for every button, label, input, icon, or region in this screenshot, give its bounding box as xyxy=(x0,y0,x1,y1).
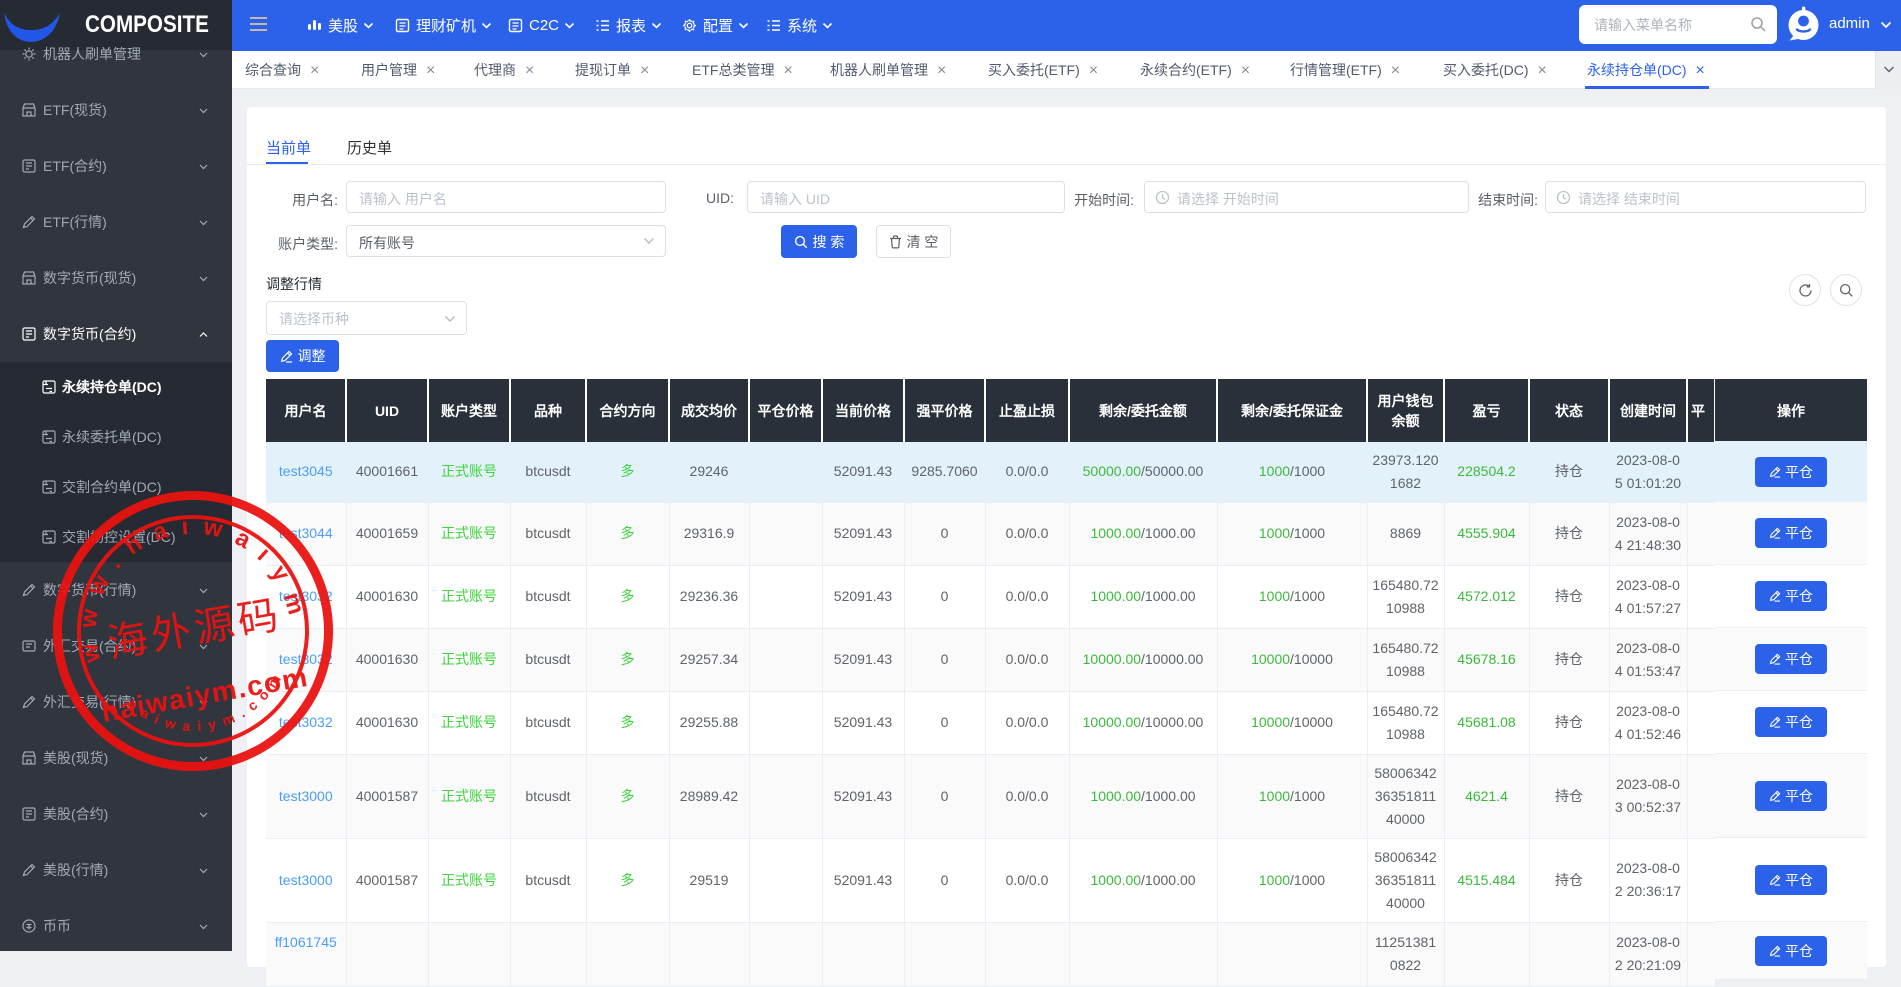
svg-text:haiwaiym.com: haiwaiym.com xyxy=(99,661,309,728)
svg-text:海外源码: 海外源码 xyxy=(104,592,281,666)
